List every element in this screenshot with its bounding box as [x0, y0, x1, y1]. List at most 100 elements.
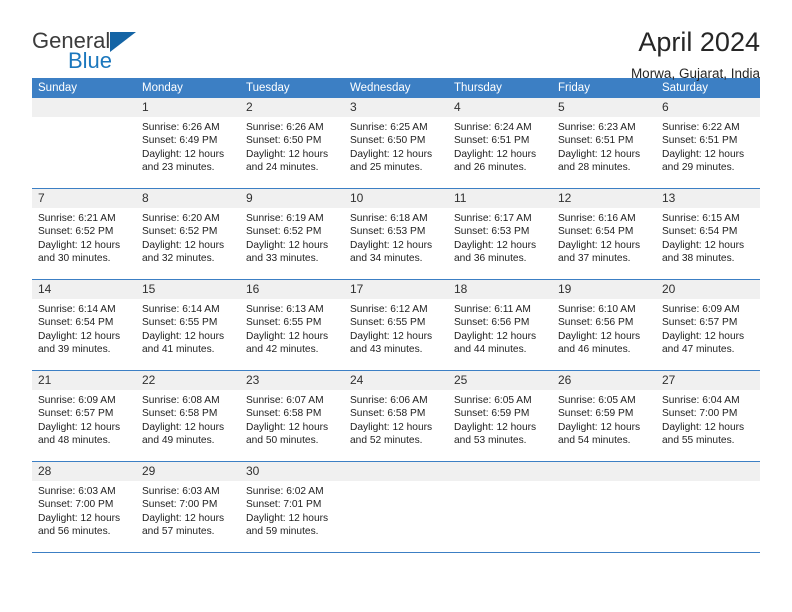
calendar-cell-inner	[344, 462, 448, 552]
calendar-day-cell[interactable]: 21 Sunrise: 6:09 AM Sunset: 6:57 PM Dayligh…	[32, 370, 136, 462]
day-details: Sunrise: 6:13 AM Sunset: 6:55 PM Daylight:…	[240, 299, 344, 357]
sunrise-text: Sunrise: 6:02 AM	[246, 486, 324, 497]
calendar-week-row: 7 Sunrise: 6:21 AM Sunset: 6:52 PM Daylight…	[32, 188, 760, 280]
sunrise-text: Sunrise: 6:21 AM	[38, 213, 116, 224]
day-details: Sunrise: 6:09 AM Sunset: 6:57 PM Daylight:…	[656, 299, 760, 357]
calendar-day-cell[interactable]: 12 Sunrise: 6:16 AM Sunset: 6:54 PM Dayligh…	[552, 188, 656, 280]
sunset-text: Sunset: 6:51 PM	[558, 135, 634, 147]
daylight-text: Daylight: 12 hours and 39 minutes.	[38, 330, 121, 356]
calendar-day-cell[interactable]: 14 Sunrise: 6:14 AM Sunset: 6:54 PM Dayligh…	[32, 279, 136, 371]
calendar-page: General Blue April 2024 Morwa, Gujarat, …	[0, 0, 792, 612]
calendar-cell-empty	[656, 461, 760, 552]
calendar-day-cell[interactable]: 7 Sunrise: 6:21 AM Sunset: 6:52 PM Daylight…	[32, 188, 136, 280]
day-details: Sunrise: 6:03 AM Sunset: 7:00 PM Daylight:…	[136, 481, 240, 539]
calendar-day-cell[interactable]: 18 Sunrise: 6:11 AM Sunset: 6:56 PM Dayligh…	[448, 279, 552, 371]
sunrise-text: Sunrise: 6:08 AM	[142, 395, 220, 406]
calendar-day-cell[interactable]: 16 Sunrise: 6:13 AM Sunset: 6:55 PM Dayligh…	[240, 279, 344, 371]
day-details: Sunrise: 6:04 AM Sunset: 7:00 PM Daylight:…	[656, 390, 760, 448]
sunrise-text: Sunrise: 6:12 AM	[350, 304, 428, 315]
day-details: Sunrise: 6:25 AM Sunset: 6:50 PM Daylight:…	[344, 117, 448, 175]
page-title: April 2024	[638, 27, 760, 57]
daylight-text: Daylight: 12 hours and 54 minutes.	[558, 421, 641, 447]
title-block: April 2024 Morwa, Gujarat, India	[631, 27, 760, 82]
day-number: 7	[32, 189, 136, 208]
calendar-day-cell[interactable]: 28 Sunrise: 6:03 AM Sunset: 7:00 PM Dayligh…	[32, 461, 136, 552]
sunrise-sunset-calendar: Sunday Monday Tuesday Wednesday Thursday…	[32, 78, 760, 552]
calendar-day-cell[interactable]: 30 Sunrise: 6:02 AM Sunset: 7:01 PM Dayligh…	[240, 461, 344, 552]
calendar-day-cell[interactable]: 10 Sunrise: 6:18 AM Sunset: 6:53 PM Dayligh…	[344, 188, 448, 280]
sunrise-text: Sunrise: 6:14 AM	[142, 304, 220, 315]
day-details: Sunrise: 6:16 AM Sunset: 6:54 PM Daylight:…	[552, 208, 656, 266]
calendar-cell-empty	[32, 98, 136, 189]
calendar-day-cell[interactable]: 1 Sunrise: 6:26 AM Sunset: 6:49 PM Daylight…	[136, 98, 240, 189]
day-details: Sunrise: 6:18 AM Sunset: 6:53 PM Daylight:…	[344, 208, 448, 266]
calendar-day-cell[interactable]: 22 Sunrise: 6:08 AM Sunset: 6:58 PM Dayligh…	[136, 370, 240, 462]
day-details: Sunrise: 6:14 AM Sunset: 6:54 PM Daylight:…	[32, 299, 136, 357]
daylight-text: Daylight: 12 hours and 57 minutes.	[142, 512, 225, 538]
sunrise-text: Sunrise: 6:06 AM	[350, 395, 428, 406]
calendar-day-cell[interactable]: 3 Sunrise: 6:25 AM Sunset: 6:50 PM Daylight…	[344, 98, 448, 189]
sunset-text: Sunset: 6:50 PM	[246, 135, 322, 147]
daylight-text: Daylight: 12 hours and 36 minutes.	[454, 239, 537, 265]
calendar-day-cell[interactable]: 27 Sunrise: 6:04 AM Sunset: 7:00 PM Dayligh…	[656, 370, 760, 462]
sunset-text: Sunset: 6:54 PM	[38, 317, 114, 329]
calendar-day-cell[interactable]: 9 Sunrise: 6:19 AM Sunset: 6:52 PM Daylight…	[240, 188, 344, 280]
day-number: 12	[552, 189, 656, 208]
calendar-cell-inner: 29 Sunrise: 6:03 AM Sunset: 7:00 PM Dayligh…	[136, 462, 240, 552]
calendar-day-cell[interactable]: 5 Sunrise: 6:23 AM Sunset: 6:51 PM Daylight…	[552, 98, 656, 189]
calendar-week-row: 21 Sunrise: 6:09 AM Sunset: 6:57 PM Dayligh…	[32, 370, 760, 462]
daylight-text: Daylight: 12 hours and 42 minutes.	[246, 330, 329, 356]
calendar-day-cell[interactable]: 17 Sunrise: 6:12 AM Sunset: 6:55 PM Dayligh…	[344, 279, 448, 371]
calendar-day-cell[interactable]: 4 Sunrise: 6:24 AM Sunset: 6:51 PM Daylight…	[448, 98, 552, 189]
daylight-text: Daylight: 12 hours and 46 minutes.	[558, 330, 641, 356]
day-details: Sunrise: 6:15 AM Sunset: 6:54 PM Daylight:…	[656, 208, 760, 266]
daylight-text: Daylight: 12 hours and 50 minutes.	[246, 421, 329, 447]
day-number: 6	[656, 98, 760, 117]
calendar-day-cell[interactable]: 26 Sunrise: 6:05 AM Sunset: 6:59 PM Dayligh…	[552, 370, 656, 462]
calendar-cell-inner: 23 Sunrise: 6:07 AM Sunset: 6:58 PM Dayligh…	[240, 371, 344, 461]
daylight-text: Daylight: 12 hours and 30 minutes.	[38, 239, 121, 265]
calendar-cell-inner: 19 Sunrise: 6:10 AM Sunset: 6:56 PM Dayligh…	[552, 280, 656, 370]
calendar-day-cell[interactable]: 13 Sunrise: 6:15 AM Sunset: 6:54 PM Dayligh…	[656, 188, 760, 280]
day-number	[448, 462, 552, 481]
calendar-cell-inner: 14 Sunrise: 6:14 AM Sunset: 6:54 PM Dayligh…	[32, 280, 136, 370]
calendar-day-cell[interactable]: 20 Sunrise: 6:09 AM Sunset: 6:57 PM Dayligh…	[656, 279, 760, 371]
day-details: Sunrise: 6:06 AM Sunset: 6:58 PM Daylight:…	[344, 390, 448, 448]
day-number: 22	[136, 371, 240, 390]
calendar-week-row: 1 Sunrise: 6:26 AM Sunset: 6:49 PM Daylight…	[32, 98, 760, 189]
calendar-day-cell[interactable]: 8 Sunrise: 6:20 AM Sunset: 6:52 PM Daylight…	[136, 188, 240, 280]
weekday-header-monday: Monday	[136, 78, 240, 98]
day-number: 9	[240, 189, 344, 208]
day-details: Sunrise: 6:23 AM Sunset: 6:51 PM Daylight:…	[552, 117, 656, 175]
calendar-day-cell[interactable]: 6 Sunrise: 6:22 AM Sunset: 6:51 PM Daylight…	[656, 98, 760, 189]
day-number: 29	[136, 462, 240, 481]
calendar-cell-inner: 26 Sunrise: 6:05 AM Sunset: 6:59 PM Dayligh…	[552, 371, 656, 461]
calendar-cell-inner: 1 Sunrise: 6:26 AM Sunset: 6:49 PM Daylight…	[136, 98, 240, 188]
logo-triangle-icon	[110, 32, 136, 52]
daylight-text: Daylight: 12 hours and 48 minutes.	[38, 421, 121, 447]
calendar-day-cell[interactable]: 19 Sunrise: 6:10 AM Sunset: 6:56 PM Dayligh…	[552, 279, 656, 371]
calendar-cell-inner: 28 Sunrise: 6:03 AM Sunset: 7:00 PM Dayligh…	[32, 462, 136, 552]
calendar-day-cell[interactable]: 29 Sunrise: 6:03 AM Sunset: 7:00 PM Dayligh…	[136, 461, 240, 552]
calendar-bottom-rule	[32, 552, 760, 553]
calendar-day-cell[interactable]: 15 Sunrise: 6:14 AM Sunset: 6:55 PM Dayligh…	[136, 279, 240, 371]
day-number: 30	[240, 462, 344, 481]
daylight-text: Daylight: 12 hours and 52 minutes.	[350, 421, 433, 447]
day-details: Sunrise: 6:26 AM Sunset: 6:50 PM Daylight:…	[240, 117, 344, 175]
calendar-day-cell[interactable]: 23 Sunrise: 6:07 AM Sunset: 6:58 PM Dayligh…	[240, 370, 344, 462]
calendar-cell-inner: 17 Sunrise: 6:12 AM Sunset: 6:55 PM Dayligh…	[344, 280, 448, 370]
weekday-header-sunday: Sunday	[32, 78, 136, 98]
calendar-day-cell[interactable]: 25 Sunrise: 6:05 AM Sunset: 6:59 PM Dayligh…	[448, 370, 552, 462]
daylight-text: Daylight: 12 hours and 41 minutes.	[142, 330, 225, 356]
day-number: 23	[240, 371, 344, 390]
calendar-day-cell[interactable]: 11 Sunrise: 6:17 AM Sunset: 6:53 PM Dayligh…	[448, 188, 552, 280]
day-details: Sunrise: 6:07 AM Sunset: 6:58 PM Daylight:…	[240, 390, 344, 448]
calendar-day-cell[interactable]: 24 Sunrise: 6:06 AM Sunset: 6:58 PM Dayligh…	[344, 370, 448, 462]
sunrise-text: Sunrise: 6:05 AM	[558, 395, 636, 406]
calendar-cell-inner	[448, 462, 552, 552]
general-blue-logo[interactable]: General Blue	[32, 28, 172, 76]
sunrise-text: Sunrise: 6:20 AM	[142, 213, 220, 224]
calendar-cell-inner: 13 Sunrise: 6:15 AM Sunset: 6:54 PM Dayligh…	[656, 189, 760, 279]
calendar-week-row: 14 Sunrise: 6:14 AM Sunset: 6:54 PM Dayligh…	[32, 279, 760, 371]
calendar-day-cell[interactable]: 2 Sunrise: 6:26 AM Sunset: 6:50 PM Daylight…	[240, 98, 344, 189]
